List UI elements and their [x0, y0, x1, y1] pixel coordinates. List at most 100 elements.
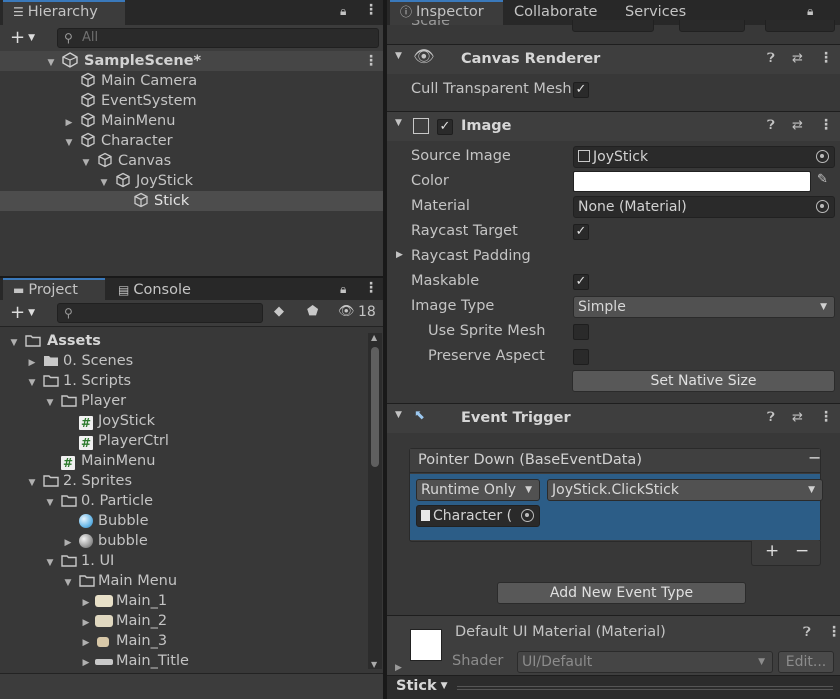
object-picker-icon[interactable] [816, 150, 829, 163]
presets-icon[interactable]: ⇄ [792, 51, 803, 66]
tree-item-bubble-texture[interactable]: ▶ bubble [0, 531, 368, 551]
target-object-field[interactable]: Character ( [416, 505, 540, 527]
scale-z-field[interactable] [765, 20, 835, 32]
collapsed-arrow-icon[interactable]: ▶ [61, 531, 75, 553]
expanded-arrow-icon[interactable]: ▼ [79, 151, 93, 173]
help-icon[interactable]: ❓︎ [767, 410, 775, 425]
create-asset-button[interactable]: + ▼ [10, 302, 35, 323]
scrollbar-thumb[interactable] [371, 347, 379, 467]
expanded-arrow-icon[interactable]: ▼ [97, 171, 111, 193]
tree-item-main-1[interactable]: ▶ Main_1 [0, 591, 368, 611]
edit-shader-button[interactable]: Edit... [778, 651, 834, 673]
help-icon[interactable]: ❓︎ [767, 51, 775, 66]
more-options-icon[interactable]: ⋮ [364, 2, 378, 18]
tree-item-scenes[interactable]: ▶ 0. Scenes [0, 351, 368, 371]
component-options-icon[interactable]: ⋮ [819, 117, 833, 133]
add-listener-button[interactable]: + [765, 541, 779, 561]
material-field[interactable]: None (Material) [573, 196, 835, 218]
collapsed-arrow-icon[interactable]: ▶ [62, 111, 76, 133]
help-icon[interactable]: ❓︎ [767, 118, 775, 133]
scroll-up-icon[interactable]: ▲ [371, 333, 377, 342]
hidden-packages-icon[interactable]: 👁︎ [338, 304, 355, 319]
remove-event-button[interactable]: − [808, 448, 821, 467]
color-swatch[interactable] [573, 171, 811, 192]
scale-y-field[interactable] [679, 20, 745, 32]
event-trigger-header[interactable]: ▼ ⬉ Event Trigger ❓︎ ⇄ ⋮ [387, 403, 840, 433]
expanded-arrow-icon[interactable]: ▼ [395, 410, 402, 420]
tree-item-ui[interactable]: ▼ 1. UI [0, 551, 368, 571]
filter-by-type-icon[interactable]: ◆ [274, 304, 284, 319]
footer-resize-handle[interactable] [457, 686, 833, 690]
tree-item-playerctrl-script[interactable]: # PlayerCtrl [0, 431, 368, 451]
raycast-target-checkbox[interactable]: ✓ [573, 224, 589, 240]
lock-icon[interactable]: 🔒︎ [340, 282, 346, 297]
source-image-field[interactable]: JoyStick [573, 146, 835, 168]
tree-item-bubble-sprite[interactable]: Bubble [0, 511, 368, 531]
material-options-icon[interactable]: ⋮ [827, 624, 840, 640]
add-new-event-type-button[interactable]: Add New Event Type [497, 582, 746, 604]
tree-item-scripts[interactable]: ▼ 1. Scripts [0, 371, 368, 391]
expanded-arrow-icon[interactable]: ▼ [43, 391, 57, 413]
expanded-arrow-icon[interactable]: ▼ [62, 131, 76, 153]
expanded-arrow-icon[interactable]: ▼ [25, 471, 39, 493]
more-options-icon[interactable]: ⋮ [364, 280, 378, 296]
preserve-aspect-checkbox[interactable] [573, 349, 589, 365]
collapsed-arrow-icon[interactable]: ▶ [25, 351, 39, 373]
expanded-arrow-icon[interactable]: ▼ [43, 491, 57, 513]
component-options-icon[interactable]: ⋮ [819, 50, 833, 66]
raycast-padding-label[interactable]: Raycast Padding [411, 248, 531, 264]
tree-item-sprites[interactable]: ▼ 2. Sprites [0, 471, 368, 491]
collapsed-arrow-icon[interactable]: ▶ [79, 591, 93, 613]
remove-listener-button[interactable]: − [795, 541, 809, 561]
tree-item-main-menu-folder[interactable]: ▼ Main Menu [0, 571, 368, 591]
image-header[interactable]: ▼ ✓ Image ❓︎ ⇄ ⋮ [387, 111, 840, 141]
expanded-arrow-icon[interactable]: ▼ [43, 551, 57, 573]
shader-dropdown[interactable]: UI/Default ▼ [517, 651, 773, 673]
tree-item-particle[interactable]: ▼ 0. Particle [0, 491, 368, 511]
hierarchy-search-input[interactable]: ⚲ All [57, 28, 379, 48]
scroll-down-icon[interactable]: ▼ [371, 660, 377, 669]
tree-item-main-2[interactable]: ▶ Main_2 [0, 611, 368, 631]
project-scrollbar[interactable]: ▲ ▼ [368, 333, 382, 669]
expanded-arrow-icon[interactable]: ▼ [7, 331, 21, 353]
scene-row[interactable]: ▼ SampleScene* ⋮ [0, 51, 383, 71]
presets-icon[interactable]: ⇄ [792, 118, 803, 133]
lock-icon[interactable]: 🔒︎ [340, 4, 346, 19]
collapsed-arrow-icon[interactable]: ▶ [396, 250, 403, 260]
tree-item-player[interactable]: ▼ Player [0, 391, 368, 411]
canvas-renderer-header[interactable]: ▼ 👁︎ Canvas Renderer ❓︎ ⇄ ⋮ [387, 44, 840, 74]
use-sprite-mesh-checkbox[interactable] [573, 324, 589, 340]
image-type-dropdown[interactable]: Simple ▼ [573, 296, 835, 318]
expanded-arrow-icon[interactable]: ▼ [395, 51, 402, 61]
maskable-checkbox[interactable]: ✓ [573, 274, 589, 290]
preview-object-dropdown[interactable]: Stick ▼ [396, 678, 448, 694]
collapsed-arrow-icon[interactable]: ▶ [79, 611, 93, 633]
tree-item-mainmenu-script[interactable]: # MainMenu [0, 451, 368, 471]
function-dropdown[interactable]: JoyStick.ClickStick ▼ [547, 479, 823, 501]
tree-item-main-title[interactable]: ▶ Main_Title [0, 651, 368, 671]
component-options-icon[interactable]: ⋮ [819, 409, 833, 425]
object-picker-icon[interactable] [816, 200, 829, 213]
expanded-arrow-icon[interactable]: ▼ [61, 571, 75, 593]
help-icon[interactable]: ❓︎ [803, 625, 811, 640]
scale-x-field[interactable] [572, 20, 654, 32]
collapsed-arrow-icon[interactable]: ▶ [395, 663, 402, 673]
hierarchy-item-character[interactable]: ▼ Character [0, 131, 383, 151]
tab-hierarchy[interactable]: ☰ Hierarchy [3, 0, 125, 25]
tree-item-main-3[interactable]: ▶ Main_3 [0, 631, 368, 651]
hierarchy-item-stick[interactable]: Stick [0, 191, 383, 211]
expanded-arrow-icon[interactable]: ▼ [25, 371, 39, 393]
cull-transparent-mesh-checkbox[interactable]: ✓ [573, 82, 589, 98]
lock-icon[interactable]: 🔒︎ [807, 4, 813, 19]
add-object-button[interactable]: + ▼ [10, 27, 35, 48]
runtime-dropdown[interactable]: Runtime Only ▼ [416, 479, 540, 501]
tree-item-assets[interactable]: ▼ Assets [0, 331, 368, 351]
presets-icon[interactable]: ⇄ [792, 410, 803, 425]
hierarchy-item-main-camera[interactable]: Main Camera [0, 71, 383, 91]
collapsed-arrow-icon[interactable]: ▶ [79, 631, 93, 653]
tree-item-joystick-script[interactable]: # JoyStick [0, 411, 368, 431]
collapsed-arrow-icon[interactable]: ▶ [79, 651, 93, 673]
eyedropper-icon[interactable]: ✎ [817, 172, 828, 187]
project-search-input[interactable]: ⚲ [57, 303, 263, 323]
scene-options-icon[interactable]: ⋮ [364, 51, 378, 71]
